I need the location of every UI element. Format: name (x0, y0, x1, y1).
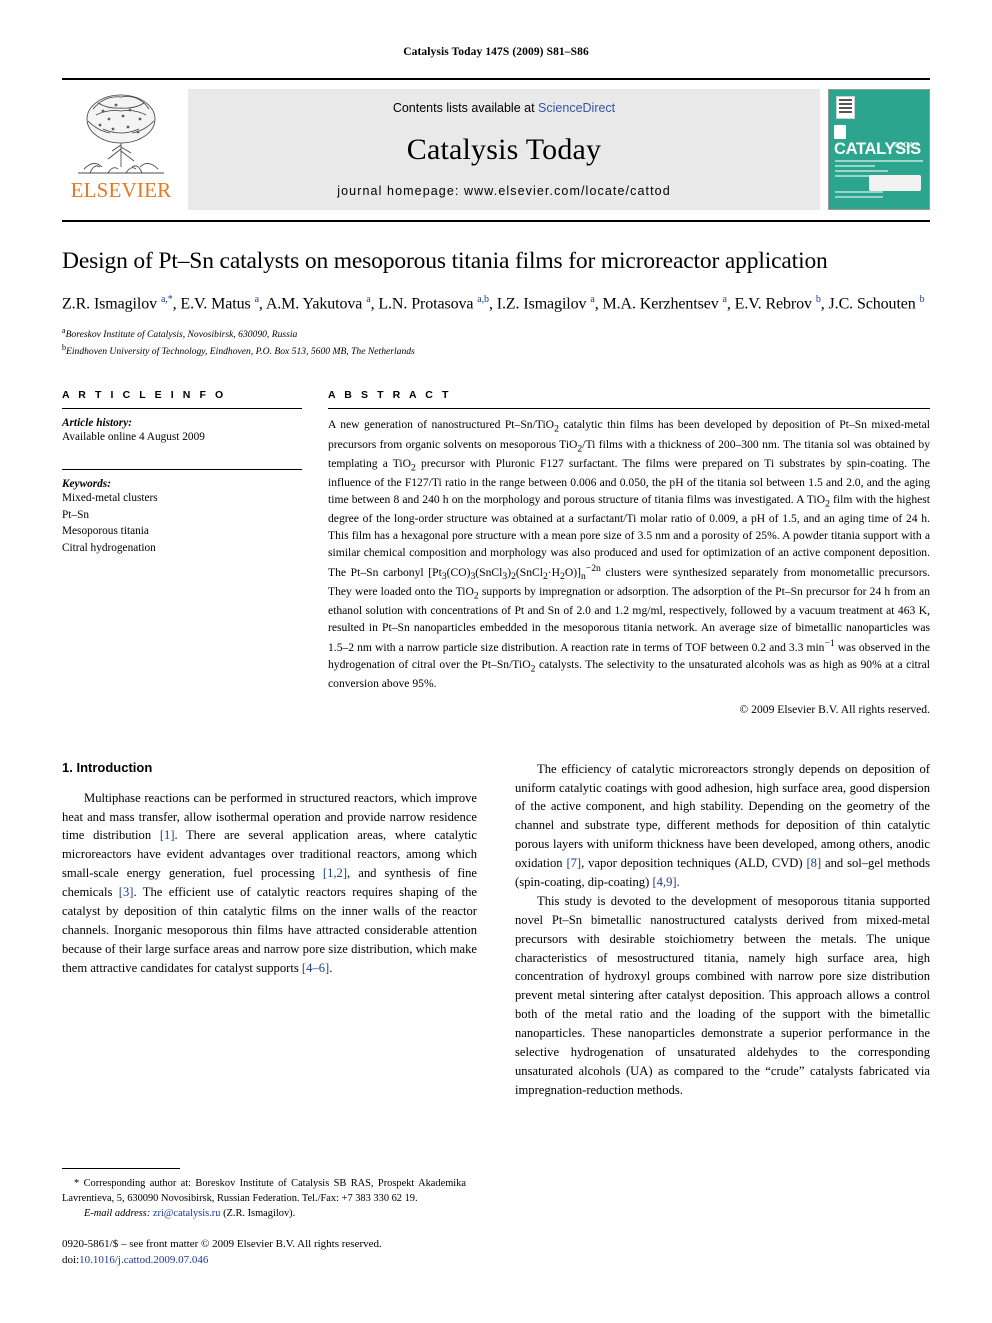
keyword-item: Mixed-metal clusters (62, 491, 158, 504)
running-head: Catalysis Today 147S (2009) S81–S86 (403, 46, 589, 58)
issn-line: 0920-5861/$ – see front matter © 2009 El… (62, 1238, 382, 1251)
abstract-column: A B S T R A C T A new generation of nano… (328, 389, 930, 716)
abstract-rule (328, 408, 930, 410)
masthead-bottom-rule (62, 220, 930, 222)
keyword-item: Citral hydrogenation (62, 542, 156, 555)
info-abstract-row: A R T I C L E I N F O Article history: A… (62, 389, 930, 716)
journal-title: Catalysis Today (406, 132, 602, 166)
article-info-rule-top (62, 408, 302, 410)
corresponding-author-note: * Corresponding author at: Boreskov Inst… (62, 1177, 466, 1204)
journal-article-page: Catalysis Today 147S (2009) S81–S86 ELSE… (0, 0, 992, 1323)
footnote-rule (62, 1167, 180, 1169)
abstract-heading: A B S T R A C T (328, 389, 452, 402)
journal-masthead: ELSEVIER Contents lists available at Sci… (62, 78, 930, 210)
sciencedirect-link[interactable]: ScienceDirect (538, 101, 615, 115)
intro-paragraph: Multiphase reactions can be performed in… (62, 790, 477, 975)
elsevier-tree-icon (78, 94, 164, 174)
article-info-column: A R T I C L E I N F O Article history: A… (62, 389, 302, 715)
body-column-right: The efficiency of catalytic microreactor… (515, 760, 930, 1100)
doi-link[interactable]: 10.1016/j.cattod.2009.07.046 (79, 1254, 208, 1266)
journal-cover-thumbnail[interactable]: CATALYSIS TODAY (828, 89, 930, 210)
author-list: Z.R. Ismagilov a,*, E.V. Matus a, A.M. Y… (62, 293, 925, 313)
keyword-list: Mixed-metal clusters Pt–Sn Mesoporous ti… (62, 490, 302, 557)
keywords-label: Keywords: (62, 477, 111, 490)
cover-masthead-box (836, 96, 855, 119)
article-info-rule-mid (62, 468, 302, 470)
article-history-value: Available online 4 August 2009 (62, 431, 205, 444)
journal-panel: Contents lists available at ScienceDirec… (188, 89, 820, 210)
affiliation-text-b: Eindhoven University of Technology, Eind… (66, 346, 415, 358)
abstract-body: A new generation of nanostructured Pt–Sn… (328, 418, 930, 690)
intro-paragraph: This study is devoted to the development… (515, 893, 930, 1097)
elsevier-logo: ELSEVIER (62, 89, 180, 210)
cover-publisher-badge (869, 175, 921, 191)
section-heading-introduction: 1. Introduction (62, 759, 153, 775)
doi-line: doi:10.1016/j.cattod.2009.07.046 (62, 1253, 466, 1269)
email-note: E-mail address: zri@catalysis.ru (Z.R. I… (62, 1206, 466, 1221)
email-suffix: (Z.R. Ismagilov). (223, 1208, 296, 1220)
elsevier-wordmark: ELSEVIER (70, 178, 172, 202)
contents-available-line: Contents lists available at ScienceDirec… (393, 101, 615, 115)
affiliation-b: bEindhoven University of Technology, Ein… (62, 342, 930, 359)
article-info-heading: A R T I C L E I N F O (62, 389, 227, 402)
article-info-spacer (62, 446, 302, 462)
email-link[interactable]: zri@catalysis.ru (153, 1208, 221, 1219)
footnote-area: * Corresponding author at: Boreskov Inst… (62, 1167, 466, 1269)
affiliation-a: aBoreskov Institute of Catalysis, Novosi… (62, 325, 930, 342)
abstract-copyright: © 2009 Elsevier B.V. All rights reserved… (739, 702, 930, 716)
email-label: E-mail address: (84, 1208, 151, 1220)
keyword-item: Pt–Sn (62, 508, 90, 521)
affiliation-list: aBoreskov Institute of Catalysis, Novosi… (62, 325, 930, 359)
body-column-left: 1. Introduction Multiphase reactions can… (62, 760, 477, 1100)
intro-paragraph: The efficiency of catalytic microreactor… (515, 761, 930, 889)
keyword-item: Mesoporous titania (62, 525, 149, 538)
issn-copyright-block: 0920-5861/$ – see front matter © 2009 El… (62, 1237, 466, 1269)
body-columns: 1. Introduction Multiphase reactions can… (62, 760, 930, 1100)
article-title: Design of Pt–Sn catalysts on mesoporous … (62, 248, 828, 274)
contents-prefix: Contents lists available at (392, 101, 535, 115)
affiliation-text-a: Boreskov Institute of Catalysis, Novosib… (65, 329, 298, 341)
doi-label: doi: (62, 1254, 80, 1267)
journal-homepage-line[interactable]: journal homepage: www.elsevier.com/locat… (337, 184, 671, 198)
cover-title: CATALYSIS (834, 124, 925, 157)
article-history-label: Article history: (62, 417, 132, 430)
cover-footer-lines (835, 191, 923, 201)
cover-subtitle: TODAY (893, 142, 919, 149)
